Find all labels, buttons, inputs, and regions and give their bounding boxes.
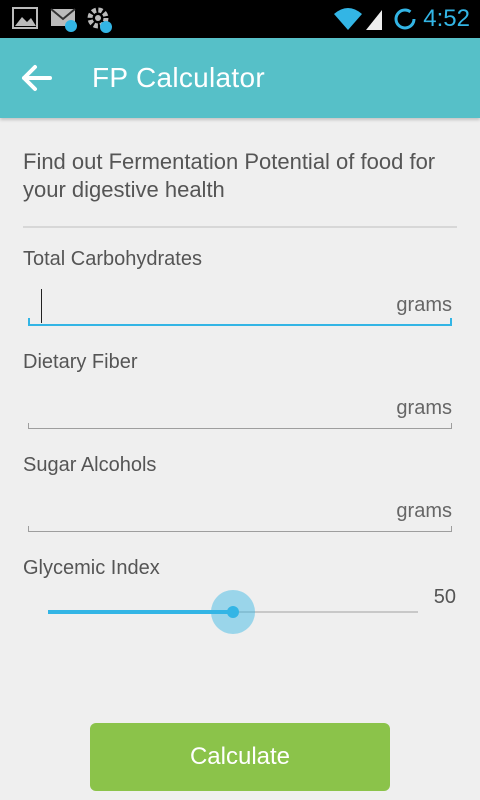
wifi-icon [334, 8, 362, 30]
dietary-fiber-label: Dietary Fiber [23, 351, 138, 373]
intro-text: Find out Fermentation Potential of food … [23, 149, 436, 202]
app-title: FP Calculator [92, 62, 266, 93]
sugar-alcohols-input[interactable] [28, 492, 368, 532]
glycemic-index-slider[interactable] [48, 590, 418, 634]
unit-label: grams [396, 500, 452, 522]
underline-tick [28, 423, 29, 429]
sugar-alcohols-label: Sugar Alcohols [23, 454, 157, 476]
unit-label: grams [396, 294, 452, 316]
underline-tick [451, 526, 452, 532]
glycemic-index-label: Glycemic Index [23, 557, 160, 579]
field-underline [28, 324, 452, 326]
underline-tick [450, 318, 452, 326]
loading-icon [394, 8, 416, 30]
slider-fill [48, 610, 233, 614]
slider-thumb[interactable] [227, 606, 239, 618]
sugar-alcohols-field[interactable]: grams [28, 492, 452, 532]
total-carbohydrates-input[interactable] [28, 286, 368, 326]
dietary-fiber-field[interactable]: grams [28, 389, 452, 429]
back-button[interactable] [14, 56, 60, 100]
total-carbohydrates-label: Total Carbohydrates [23, 248, 202, 270]
settings-sync-icon [87, 7, 112, 33]
mail-icon [50, 8, 77, 32]
status-time: 4:52 [423, 5, 470, 32]
arrow-left-icon [22, 65, 52, 91]
underline-tick [28, 318, 30, 326]
field-underline [28, 531, 452, 532]
text-caret [41, 289, 42, 323]
signal-icon [366, 10, 382, 30]
underline-tick [451, 423, 452, 429]
glycemic-index-value: 50 [433, 586, 456, 608]
field-underline [28, 428, 452, 429]
dietary-fiber-input[interactable] [28, 389, 368, 429]
divider [23, 226, 457, 228]
calculate-button[interactable]: Calculate [90, 723, 390, 791]
status-bar: 4:52 [0, 0, 480, 38]
gallery-icon [12, 7, 38, 29]
underline-tick [28, 526, 29, 532]
total-carbohydrates-field[interactable]: grams [28, 286, 452, 326]
unit-label: grams [396, 397, 452, 419]
action-bar: FP Calculator [0, 38, 480, 118]
